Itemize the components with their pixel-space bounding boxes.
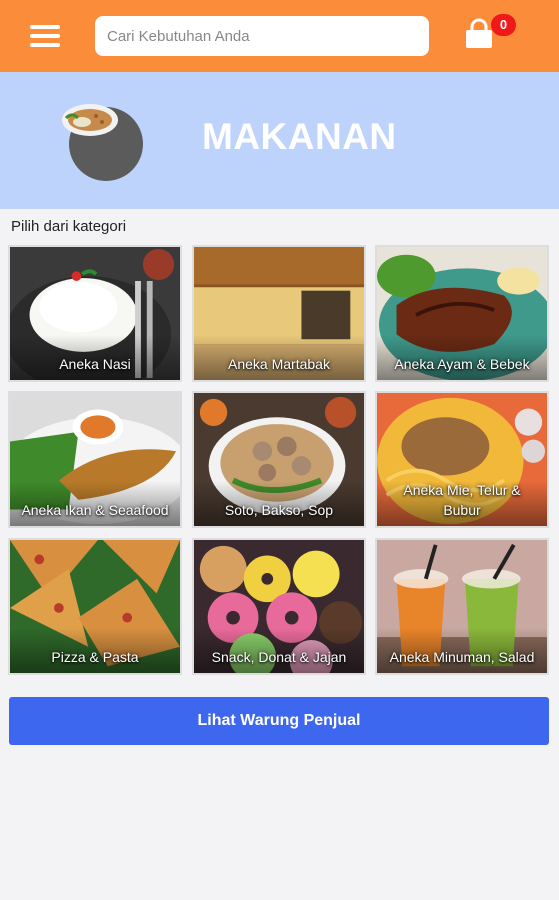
category-tile-aneka-martabak[interactable]: Aneka Martabak [192, 245, 366, 382]
category-label: Pizza & Pasta [51, 649, 139, 665]
category-label: Aneka Martabak [228, 356, 330, 372]
category-label: Aneka Ikan & Seaafood [21, 502, 169, 518]
section-label: Pilih dari kategori [11, 218, 127, 235]
cart-count-badge: 0 [491, 14, 516, 36]
category-label: Snack, Donat & Jajan [211, 649, 347, 665]
view-sellers-button[interactable]: Lihat Warung Penjual [9, 697, 549, 745]
category-tile-aneka-nasi[interactable]: Aneka Nasi [8, 245, 182, 382]
category-label: Aneka Mie, Telur & Bubur [403, 482, 521, 518]
category-tile-snack-donat-jajan[interactable]: Snack, Donat & Jajan [192, 538, 366, 675]
page-title: MAKANAN [202, 116, 397, 157]
category-tile-aneka-minuman-salad[interactable]: Aneka Minuman, Salad [375, 538, 549, 675]
category-tile-aneka-ayam-bebek[interactable]: Aneka Ayam & Bebek [375, 245, 549, 382]
top-app-bar: 0 [0, 0, 559, 72]
category-label: Aneka Minuman, Salad [389, 649, 535, 665]
category-tile-pizza-pasta[interactable]: Pizza & Pasta [8, 538, 182, 675]
food-bowl-icon [62, 104, 143, 181]
category-tile-soto-bakso-sop[interactable]: Soto, Bakso, Sop [192, 391, 366, 528]
menu-icon[interactable] [28, 22, 62, 50]
category-tile-aneka-ikan-seafood[interactable]: Aneka Ikan & Seaafood [8, 391, 182, 528]
category-banner: MAKANAN [0, 72, 559, 209]
category-label: Soto, Bakso, Sop [224, 502, 334, 518]
category-tile-aneka-mie-telur-bubur[interactable]: Aneka Mie, Telur & Bubur [375, 391, 549, 528]
search-input[interactable] [95, 16, 429, 56]
category-label: Aneka Ayam & Bebek [394, 356, 530, 372]
category-label: Aneka Nasi [59, 356, 131, 372]
